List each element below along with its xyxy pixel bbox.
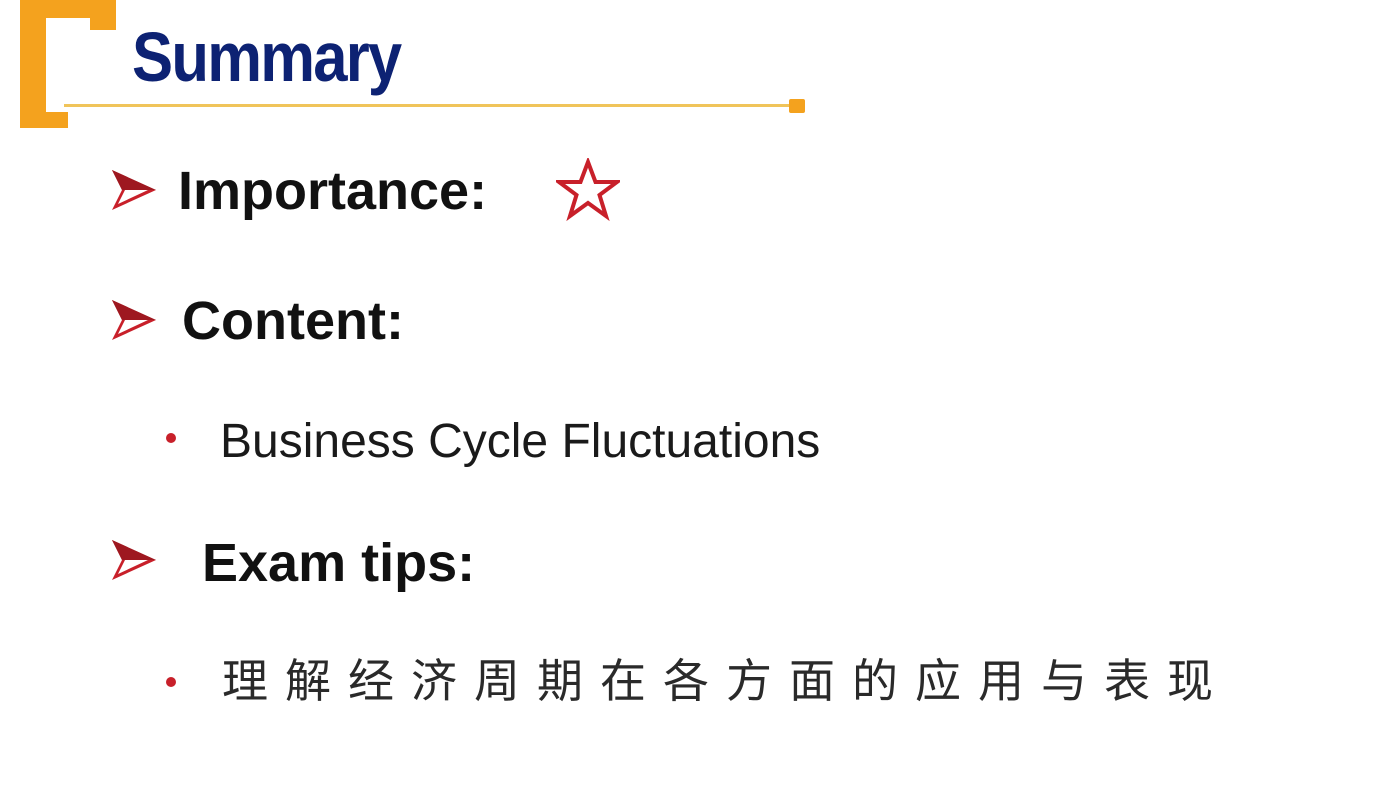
content-sub-item: Business Cycle Fluctuations <box>220 415 821 468</box>
star-outline-icon <box>556 158 620 222</box>
arrow-bullet-icon <box>112 540 156 580</box>
importance-heading: Importance: <box>178 161 488 221</box>
arrow-bullet-icon <box>112 170 156 210</box>
title-underline <box>64 104 794 107</box>
slide-title: Summary <box>132 18 402 96</box>
bullet-dot <box>166 433 176 443</box>
bullet-dot <box>166 677 176 687</box>
title-underline-end <box>789 99 805 113</box>
arrow-bullet-icon <box>112 300 156 340</box>
exam-tips-sub-item: 理解经济周期在各方面的应用与表现 <box>222 654 1230 708</box>
exam-tips-heading: Exam tips: <box>202 533 476 593</box>
content-heading: Content: <box>182 291 404 351</box>
title-bracket-decoration <box>20 0 116 128</box>
